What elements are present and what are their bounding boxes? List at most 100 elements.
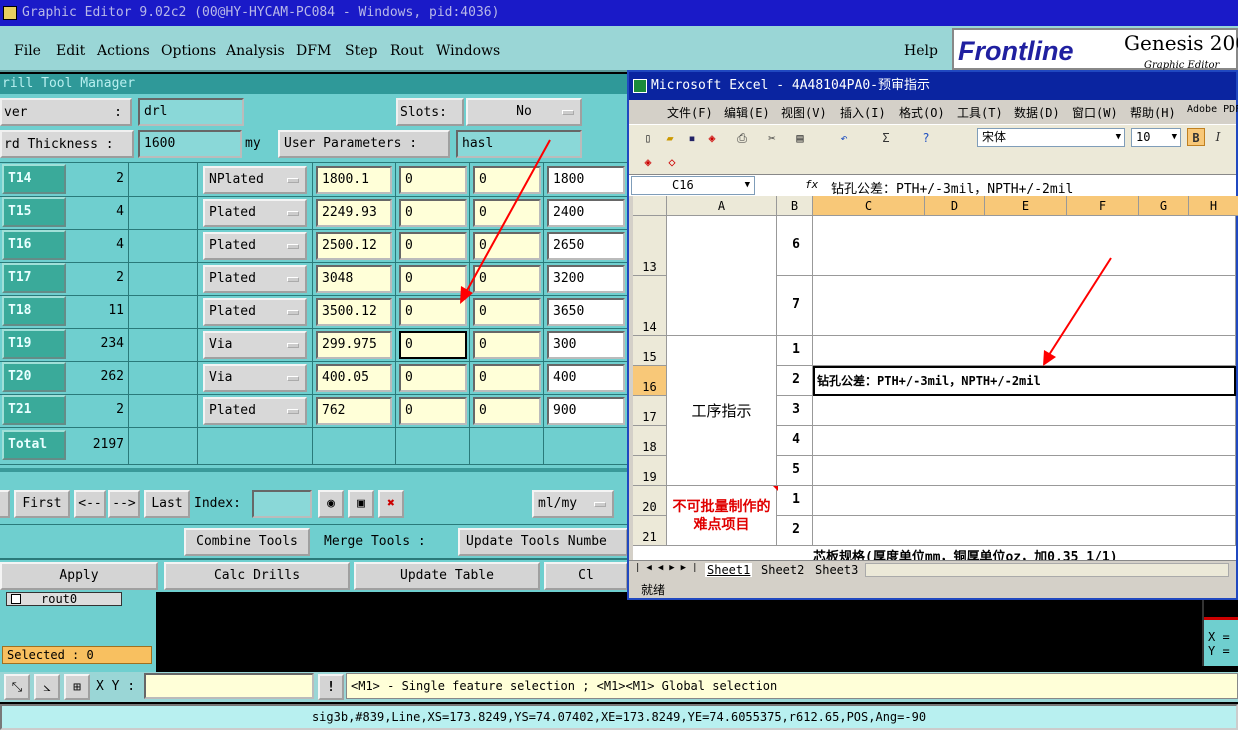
pdf-icon[interactable]: ◈ [703,129,721,147]
index-field[interactable] [252,490,312,518]
cell-a13-a14[interactable] [667,216,777,336]
drill-size-field[interactable]: 300 [547,331,625,359]
tol-minus-field[interactable]: 0 [473,364,541,392]
column-header[interactable]: G [1139,196,1189,216]
row-header[interactable]: 16 [633,366,667,396]
next-button[interactable]: --> [108,490,140,518]
paste-icon[interactable]: ▤ [791,129,809,147]
finish-size-field[interactable]: 1800.1 [316,166,392,194]
tol-plus-field[interactable]: 0 [399,364,467,392]
excel-menu-item[interactable]: 文件(F) [667,104,713,121]
last-button[interactable]: Last [144,490,190,518]
tol-minus-field[interactable]: 0 [473,397,541,425]
nav-left-stub[interactable] [0,490,10,518]
cell-hard-items[interactable]: 不可批量制作的难点项目 [667,486,777,546]
column-header[interactable]: E [985,196,1067,216]
menu-file[interactable]: File [14,43,41,59]
drill-tool-manager-title[interactable]: rill Tool Manager [0,74,628,94]
row-header[interactable]: 18 [633,426,667,456]
cell-c-merged[interactable] [813,456,1236,486]
print-icon[interactable]: ⎙ [733,129,751,147]
alert-icon[interactable]: ! [318,674,344,700]
excel-menu-item[interactable]: 插入(I) [840,104,886,121]
font-size-select[interactable]: 10 ▼ [1131,128,1181,147]
close-button[interactable]: Cl [544,562,628,590]
finish-size-field[interactable]: 3500.12 [316,298,392,326]
excel-title-bar[interactable]: Microsoft Excel - 4A48104PA0-预审指示 [629,72,1236,100]
finish-size-field[interactable]: 400.05 [316,364,392,392]
calc-drills-button[interactable]: Calc Drills [164,562,350,590]
row-header[interactable]: 20 [633,486,667,516]
tab-sheet2[interactable]: Sheet2 [759,563,806,577]
column-header[interactable]: B [777,196,813,216]
column-header[interactable]: A [667,196,777,216]
zoom-fit-icon[interactable]: ⤡ [4,674,30,700]
tool-name[interactable]: T16 [2,230,66,260]
horizontal-scrollbar[interactable] [865,563,1229,577]
tool-type-dropdown[interactable]: Via [203,331,307,359]
excel-menu-item[interactable]: 视图(V) [781,104,827,121]
row-header[interactable]: 13 [633,216,667,276]
tool-type-dropdown[interactable]: Plated [203,232,307,260]
drill-size-field[interactable]: 900 [547,397,625,425]
tool-type-dropdown[interactable]: Plated [203,397,307,425]
pdf-mail-icon[interactable]: ◇ [663,153,681,171]
finish-size-field[interactable]: 3048 [316,265,392,293]
tol-minus-field[interactable]: 0 [473,331,541,359]
formula-content[interactable]: 钻孔公差：PTH+/-3mil，NPTH+/-2mil [831,178,1073,197]
row-header[interactable]: 21 [633,516,667,546]
tab-sheet3[interactable]: Sheet3 [813,563,860,577]
excel-menu-item[interactable]: 数据(D) [1014,104,1060,121]
first-button[interactable]: First [14,490,70,518]
open-icon[interactable]: ▰ [661,129,679,147]
cell-c-merged[interactable] [813,396,1236,426]
measure-icon[interactable]: ⦣ [34,674,60,700]
undo-icon[interactable]: ↶ [835,129,853,147]
menu-edit[interactable]: Edit [56,43,85,59]
tool-type-dropdown[interactable]: Via [203,364,307,392]
tol-plus-field[interactable]: 0 [399,331,467,359]
row-header[interactable]: 19 [633,456,667,486]
column-header[interactable]: D [925,196,985,216]
tool-name[interactable]: T14 [2,164,66,194]
column-header[interactable]: F [1067,196,1139,216]
spreadsheet-grid[interactable]: ABCDEFGH 13 6 14 7 15 1 16 2 17 3 18 4 19 5 20 1 21 2 工序指… [633,196,1238,560]
row-header[interactable]: 15 [633,336,667,366]
excel-menu-item[interactable]: 帮助(H) [1130,104,1176,121]
bulb-icon[interactable]: ◉ [318,490,344,518]
menu-actions[interactable]: Actions [97,43,150,59]
update-table-button[interactable]: Update Table [354,562,540,590]
row-header[interactable]: 14 [633,276,667,336]
screen-icon[interactable]: ▣ [348,490,374,518]
excel-menu-item[interactable]: 格式(O) [899,104,945,121]
font-name-select[interactable]: 宋体 ▼ [977,128,1125,147]
xy-input[interactable] [144,673,314,699]
tool-name[interactable]: T15 [2,197,66,227]
apply-button[interactable]: Apply [0,562,158,590]
tool-type-dropdown[interactable]: Plated [203,265,307,293]
menu-rout[interactable]: Rout [390,43,424,59]
finish-size-field[interactable]: 762 [316,397,392,425]
excel-menu-item[interactable]: 编辑(E) [724,104,770,121]
excel-menu-item[interactable]: 工具(T) [957,104,1003,121]
drill-size-field[interactable]: 400 [547,364,625,392]
slots-dropdown[interactable]: No [466,98,582,126]
user-parameters-button[interactable]: User Parameters : [278,130,450,158]
grid-icon[interactable]: ⊞ [64,674,90,700]
tool-name[interactable]: T20 [2,362,66,392]
excel-menu-item[interactable]: 窗口(W) [1072,104,1118,121]
cell-c-merged[interactable] [813,426,1236,456]
cell-c-merged[interactable] [813,486,1236,516]
menu-dfm[interactable]: DFM [296,43,331,59]
help-icon[interactable]: ? [917,129,935,147]
save-icon[interactable]: ▪ [683,129,701,147]
layer-item-rout[interactable]: rout0 [6,592,122,606]
autosum-icon[interactable]: Σ [877,129,895,147]
update-tools-numbers-button[interactable]: Update Tools Numbe [458,528,628,556]
row-header[interactable]: 17 [633,396,667,426]
finish-size-field[interactable]: 2249.93 [316,199,392,227]
name-box[interactable]: C16 ▼ [631,176,755,195]
select-all-corner[interactable] [633,196,667,216]
tool-name[interactable]: T21 [2,395,66,425]
menu-step[interactable]: Step [345,43,377,59]
